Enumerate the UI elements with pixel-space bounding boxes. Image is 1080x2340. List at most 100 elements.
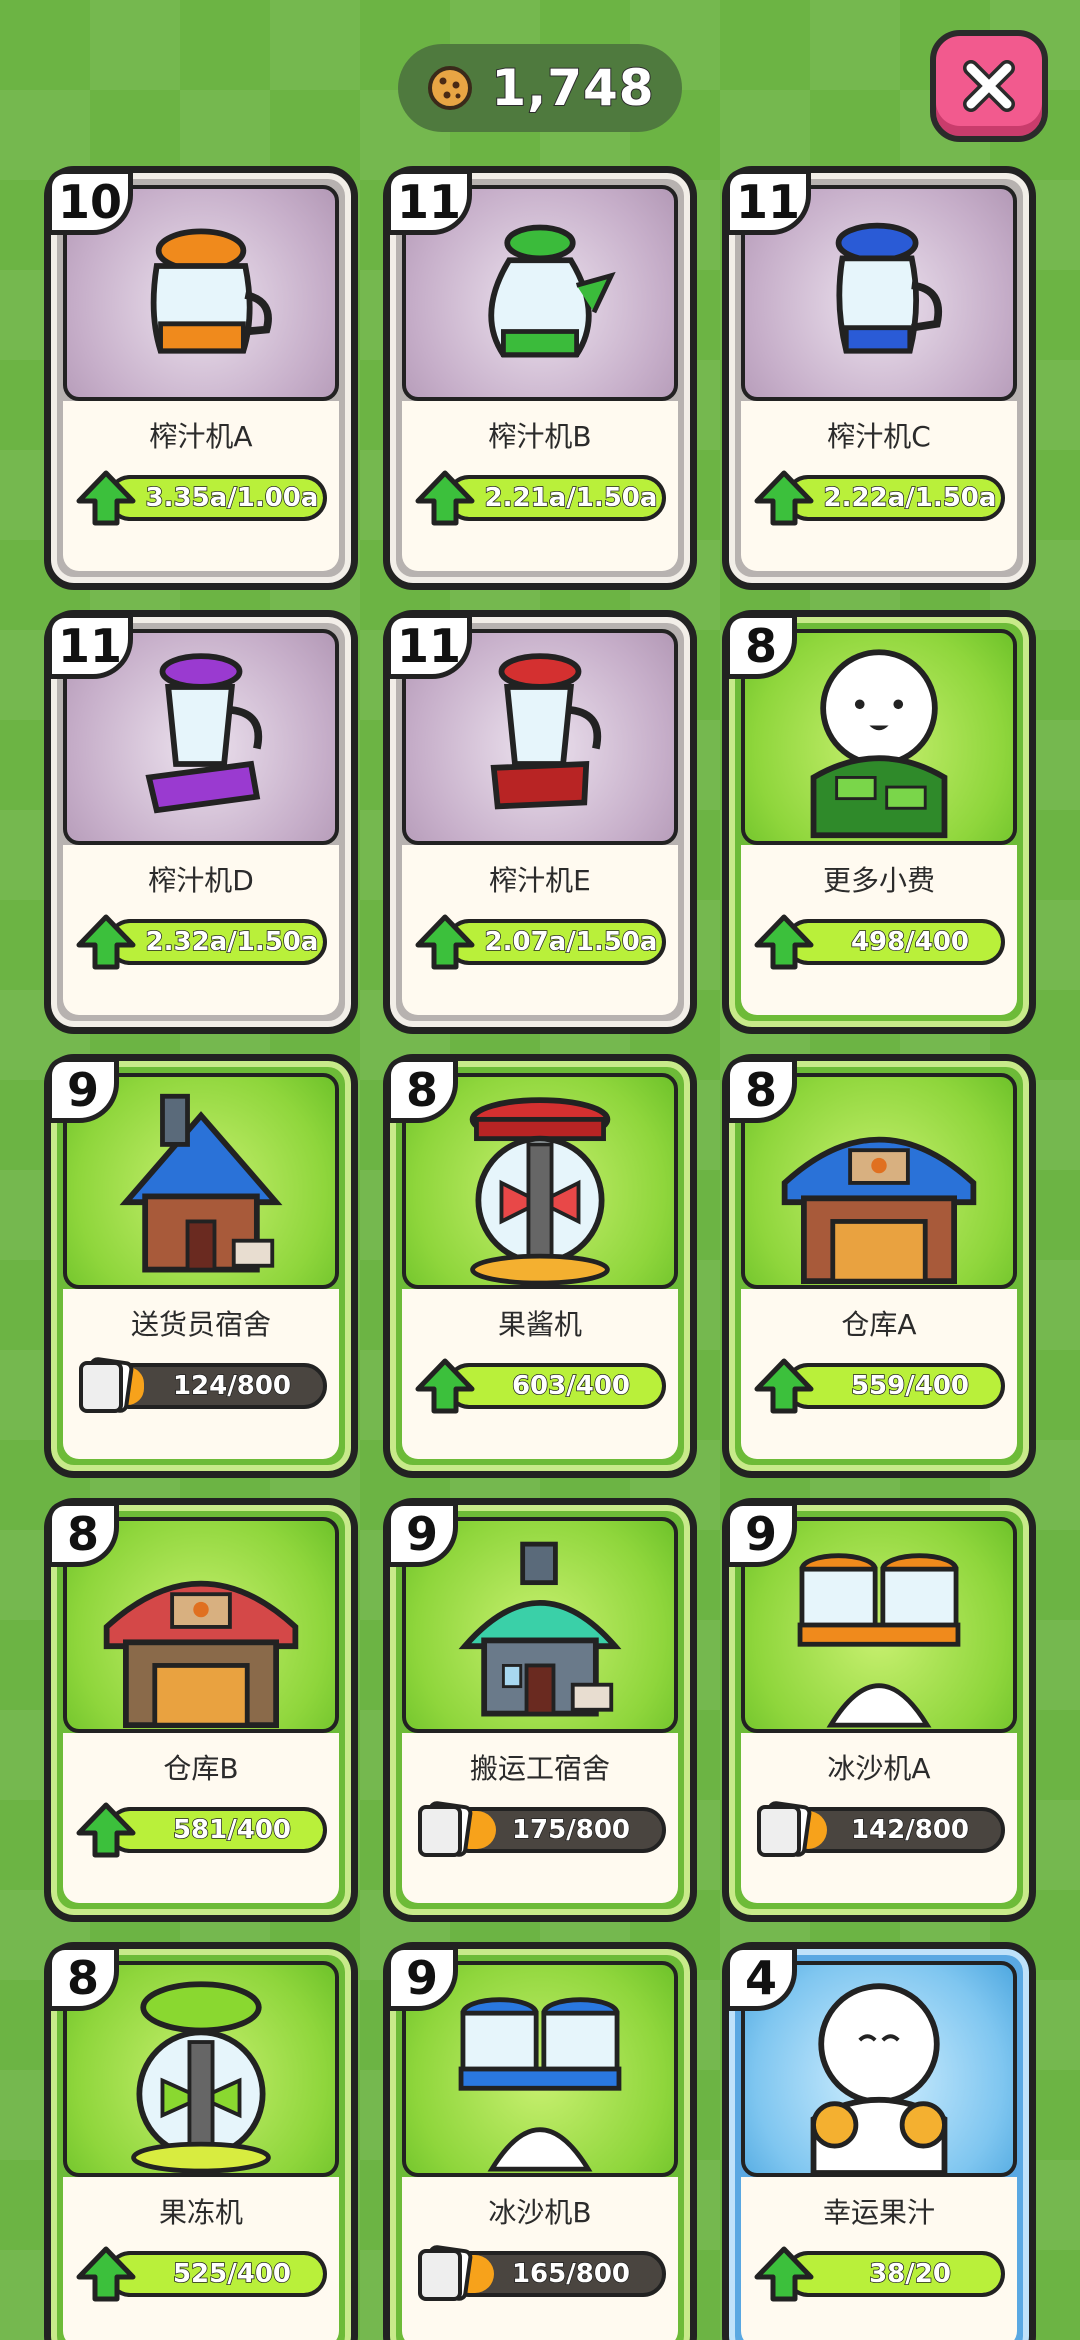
progress-text: 142/800: [850, 1814, 970, 1846]
progress-bar: 175/800: [414, 1801, 666, 1857]
card-stack-icon: [418, 1801, 473, 1857]
progress-text: 175/800: [511, 1814, 631, 1846]
progress-bar: 142/800: [753, 1801, 1005, 1857]
upgrade-arrow-icon: [754, 1358, 814, 1414]
upgrade-card[interactable]: 11 榨汁机E 2.07a/1.50a: [383, 610, 697, 1034]
card-info: 榨汁机C 2.22a/1.50a: [741, 401, 1017, 571]
upgrade-card[interactable]: 9 送货员宿舍 124/800: [44, 1054, 358, 1478]
close-icon: [963, 60, 1015, 112]
card-name: 榨汁机B: [488, 420, 592, 453]
level-badge: 11: [725, 169, 812, 235]
top-bar: 1,748: [0, 0, 1080, 160]
upgrade-arrow-icon: [415, 914, 475, 970]
progress-text: 2.32a/1.50a: [145, 926, 319, 958]
upgrade-card[interactable]: 11 榨汁机C 2.22a/1.50a: [722, 166, 1036, 590]
upgrade-card[interactable]: 10 榨汁机A 3.35a/1.00a: [44, 166, 358, 590]
upgrade-card[interactable]: 8 仓库A 559/400: [722, 1054, 1036, 1478]
card-info: 榨汁机B 2.21a/1.50a: [402, 401, 678, 571]
card-name: 冰沙机A: [827, 1752, 931, 1785]
progress-bar: 3.35a/1.00a: [75, 470, 327, 526]
progress-text: 2.07a/1.50a: [484, 926, 658, 958]
currency-display: 1,748: [398, 44, 682, 132]
upgrade-arrow-icon: [754, 470, 814, 526]
progress-bar: 38/20: [753, 2246, 1005, 2302]
card-name: 仓库B: [163, 1752, 239, 1785]
upgrade-card[interactable]: 8 果酱机 603/400: [383, 1054, 697, 1478]
card-name: 榨汁机A: [149, 420, 253, 453]
level-badge: 11: [386, 613, 473, 679]
progress-text: 525/400: [172, 2258, 292, 2290]
upgrade-arrow-icon: [415, 470, 475, 526]
progress-bar: 2.22a/1.50a: [753, 470, 1005, 526]
upgrade-arrow-icon: [76, 470, 136, 526]
progress-text: 2.21a/1.50a: [484, 482, 658, 514]
card-name: 果冻机: [158, 2196, 243, 2229]
progress-text: 38/20: [868, 2258, 951, 2290]
upgrade-arrow-icon: [76, 2246, 136, 2302]
progress-text: 603/400: [511, 1370, 631, 1402]
upgrade-card[interactable]: 8 果冻机 525/400: [44, 1942, 358, 2340]
level-badge: 11: [47, 613, 134, 679]
card-info: 果酱机 603/400: [402, 1289, 678, 1459]
upgrade-arrow-icon: [754, 2246, 814, 2302]
currency-value: 1,748: [490, 58, 655, 118]
progress-text: 124/800: [172, 1370, 292, 1402]
progress-text: 559/400: [850, 1370, 970, 1402]
card-info: 冰沙机B 165/800: [402, 2177, 678, 2340]
card-info: 更多小费 498/400: [741, 845, 1017, 1015]
card-name: 仓库A: [841, 1308, 917, 1341]
upgrade-card[interactable]: 11 榨汁机B 2.21a/1.50a: [383, 166, 697, 590]
progress-text: 3.35a/1.00a: [145, 482, 319, 514]
progress-bar: 581/400: [75, 1802, 327, 1858]
card-info: 仓库A 559/400: [741, 1289, 1017, 1459]
progress-bar: 2.07a/1.50a: [414, 914, 666, 970]
upgrade-arrow-icon: [76, 1802, 136, 1858]
close-button[interactable]: [930, 30, 1048, 142]
card-info: 冰沙机A 142/800: [741, 1733, 1017, 1903]
card-info: 榨汁机D 2.32a/1.50a: [63, 845, 339, 1015]
card-info: 果冻机 525/400: [63, 2177, 339, 2340]
upgrade-arrow-icon: [415, 1358, 475, 1414]
card-name: 更多小费: [822, 864, 935, 897]
card-name: 果酱机: [497, 1308, 582, 1341]
progress-bar: 165/800: [414, 2245, 666, 2301]
card-name: 送货员宿舍: [130, 1308, 271, 1341]
upgrade-card[interactable]: 9 搬运工宿舍 175/800: [383, 1498, 697, 1922]
progress-text: 2.22a/1.50a: [823, 482, 997, 514]
card-name: 冰沙机B: [488, 2196, 592, 2229]
progress-bar: 124/800: [75, 1357, 327, 1413]
card-name: 搬运工宿舍: [469, 1752, 610, 1785]
card-info: 榨汁机E 2.07a/1.50a: [402, 845, 678, 1015]
upgrade-card[interactable]: 11 榨汁机D 2.32a/1.50a: [44, 610, 358, 1034]
card-stack-icon: [79, 1357, 134, 1413]
upgrade-card[interactable]: 4 幸运果汁 38/20: [722, 1942, 1036, 2340]
upgrade-card[interactable]: 9 冰沙机A 142/800: [722, 1498, 1036, 1922]
card-stack-icon: [418, 2245, 473, 2301]
progress-text: 165/800: [511, 2258, 631, 2290]
card-info: 榨汁机A 3.35a/1.00a: [63, 401, 339, 571]
card-name: 幸运果汁: [822, 2196, 935, 2229]
card-name: 榨汁机C: [827, 420, 931, 453]
progress-bar: 603/400: [414, 1358, 666, 1414]
card-stack-icon: [757, 1801, 812, 1857]
progress-bar: 2.21a/1.50a: [414, 470, 666, 526]
card-name: 榨汁机D: [148, 864, 254, 897]
level-badge: 10: [47, 169, 134, 235]
upgrade-card[interactable]: 8 更多小费 498/400: [722, 610, 1036, 1034]
progress-bar: 559/400: [753, 1358, 1005, 1414]
upgrade-arrow-icon: [754, 914, 814, 970]
upgrade-arrow-icon: [76, 914, 136, 970]
card-name: 榨汁机E: [489, 864, 591, 897]
card-info: 送货员宿舍 124/800: [63, 1289, 339, 1459]
progress-text: 498/400: [850, 926, 970, 958]
cookie-icon: [428, 66, 473, 110]
progress-bar: 498/400: [753, 914, 1005, 970]
progress-bar: 2.32a/1.50a: [75, 914, 327, 970]
upgrade-card[interactable]: 8 仓库B 581/400: [44, 1498, 358, 1922]
upgrade-card-grid: 10 榨汁机A 3.35a/1.00a 11 榨汁机B 2.21a/1.50a 11 榨汁机C…: [44, 166, 1036, 2340]
card-info: 搬运工宿舍 175/800: [402, 1733, 678, 1903]
progress-text: 581/400: [172, 1814, 292, 1846]
card-info: 仓库B 581/400: [63, 1733, 339, 1903]
upgrade-card[interactable]: 9 冰沙机B 165/800: [383, 1942, 697, 2340]
progress-bar: 525/400: [75, 2246, 327, 2302]
